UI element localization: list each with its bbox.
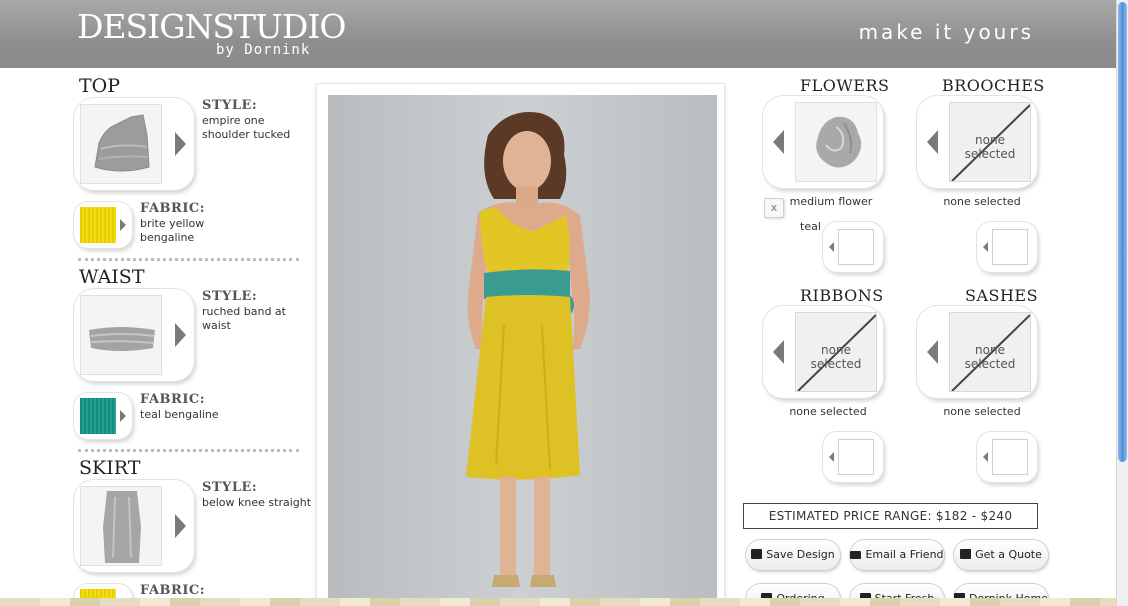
sashes-none-thumbnail: none selected	[949, 312, 1031, 392]
model-in-dress-image	[466, 111, 590, 587]
section-title-brooches: BROOCHES	[942, 76, 1045, 95]
top-fabric-selector[interactable]	[74, 202, 132, 248]
previous-arrow-icon[interactable]	[983, 452, 988, 462]
sashes-color-selector[interactable]	[977, 432, 1037, 482]
previous-arrow-icon[interactable]	[927, 130, 938, 154]
previous-arrow-icon[interactable]	[773, 340, 784, 364]
sashes-caption: none selected	[943, 405, 1021, 418]
empty-color-swatch	[992, 229, 1028, 265]
header-bar: DESIGNSTUDIO by Dornink make it yours	[0, 0, 1116, 68]
email-a-friend-label: Email a Friend	[865, 548, 944, 561]
next-arrow-icon[interactable]	[175, 514, 186, 538]
waist-style-value: ruched band at waist	[202, 305, 286, 332]
ruched-band-image	[89, 327, 155, 351]
section-title-skirt: SKIRT	[79, 457, 141, 479]
skirt-fabric-label: FABRIC:	[140, 583, 206, 598]
footer-pattern	[0, 598, 1116, 606]
get-a-quote-button[interactable]: Get a Quote	[954, 540, 1048, 570]
section-title-waist: WAIST	[79, 266, 145, 288]
estimated-price-range: ESTIMATED PRICE RANGE: $182 - $240	[743, 503, 1038, 529]
next-arrow-icon[interactable]	[120, 410, 126, 422]
waist-fabric-selector[interactable]	[74, 393, 132, 439]
next-arrow-icon[interactable]	[175, 132, 186, 156]
design-studio-page: DESIGNSTUDIO by Dornink make it yours TO…	[0, 0, 1128, 606]
none-selected-text: none selected	[964, 343, 1016, 371]
section-title-flowers: FLOWERS	[800, 76, 890, 95]
save-icon	[751, 549, 763, 559]
straight-skirt-image	[103, 491, 141, 563]
ribbons-none-thumbnail: none selected	[795, 312, 877, 392]
yellow-fabric-swatch	[80, 207, 116, 243]
logo-title[interactable]: DESIGNSTUDIO	[77, 7, 346, 47]
tagline: make it yours	[858, 20, 1034, 44]
waist-style-thumbnail	[80, 295, 162, 375]
section-title-top: TOP	[79, 75, 121, 97]
empty-color-swatch	[838, 439, 874, 475]
top-style-selector[interactable]	[74, 98, 194, 190]
get-a-quote-label: Get a Quote	[975, 548, 1042, 561]
previous-arrow-icon[interactable]	[983, 242, 988, 252]
empty-color-swatch	[992, 439, 1028, 475]
next-arrow-icon[interactable]	[120, 219, 126, 231]
dress-preview-image	[328, 95, 717, 606]
dollar-icon	[960, 549, 972, 559]
section-title-ribbons: RIBBONS	[800, 286, 884, 305]
waist-style-selector[interactable]	[74, 289, 194, 381]
ribbons-caption: none selected	[789, 405, 867, 418]
flowers-selector[interactable]	[763, 96, 883, 188]
waist-fabric-label: FABRIC:	[140, 392, 206, 407]
previous-arrow-icon[interactable]	[773, 130, 784, 154]
email-a-friend-button[interactable]: Email a Friend	[850, 540, 944, 570]
flower-color-selector[interactable]	[823, 222, 883, 272]
top-style-thumbnail	[80, 104, 162, 184]
none-selected-text: none selected	[810, 343, 862, 371]
flower-thumbnail	[795, 102, 877, 182]
remove-flower-button[interactable]: x	[764, 198, 784, 218]
skirt-style-value: below knee straight	[202, 496, 312, 509]
flowers-caption: medium flower	[789, 195, 873, 208]
dress-preview-frame	[317, 84, 724, 606]
brooches-caption: none selected	[943, 195, 1021, 208]
teal-color-swatch	[838, 229, 874, 265]
one-shoulder-top-image	[94, 114, 150, 172]
envelope-icon	[850, 551, 862, 559]
previous-arrow-icon[interactable]	[927, 340, 938, 364]
next-arrow-icon[interactable]	[175, 323, 186, 347]
scrollbar-thumb[interactable]	[1118, 2, 1127, 462]
skirt-style-label: STYLE:	[202, 480, 258, 495]
flower-image	[816, 116, 862, 168]
ribbons-color-selector[interactable]	[823, 432, 883, 482]
waist-fabric-value: teal bengaline	[140, 408, 219, 421]
none-selected-text: none selected	[964, 133, 1016, 161]
waist-style-label: STYLE:	[202, 289, 258, 304]
vertical-scrollbar[interactable]	[1116, 0, 1128, 606]
top-fabric-label: FABRIC:	[140, 201, 206, 216]
skirt-style-thumbnail	[80, 486, 162, 566]
divider	[78, 258, 299, 261]
teal-fabric-swatch	[80, 398, 116, 434]
previous-arrow-icon[interactable]	[829, 452, 834, 462]
top-fabric-value: brite yellow bengaline	[140, 217, 205, 244]
save-design-button[interactable]: Save Design	[746, 540, 840, 570]
previous-arrow-icon[interactable]	[829, 242, 834, 252]
section-title-sashes: SASHES	[965, 286, 1039, 305]
flower-color-label: teal	[800, 220, 821, 233]
brooches-none-thumbnail: none selected	[949, 102, 1031, 182]
top-style-label: STYLE:	[202, 98, 258, 113]
save-design-label: Save Design	[766, 548, 835, 561]
brooches-color-selector[interactable]	[977, 222, 1037, 272]
divider	[78, 449, 299, 452]
ribbons-selector[interactable]: none selected	[763, 306, 883, 398]
top-style-value: empire one shoulder tucked	[202, 114, 291, 141]
logo-subtitle: by Dornink	[216, 42, 311, 58]
brooches-selector[interactable]: none selected	[917, 96, 1037, 188]
skirt-style-selector[interactable]	[74, 480, 194, 572]
sashes-selector[interactable]: none selected	[917, 306, 1037, 398]
